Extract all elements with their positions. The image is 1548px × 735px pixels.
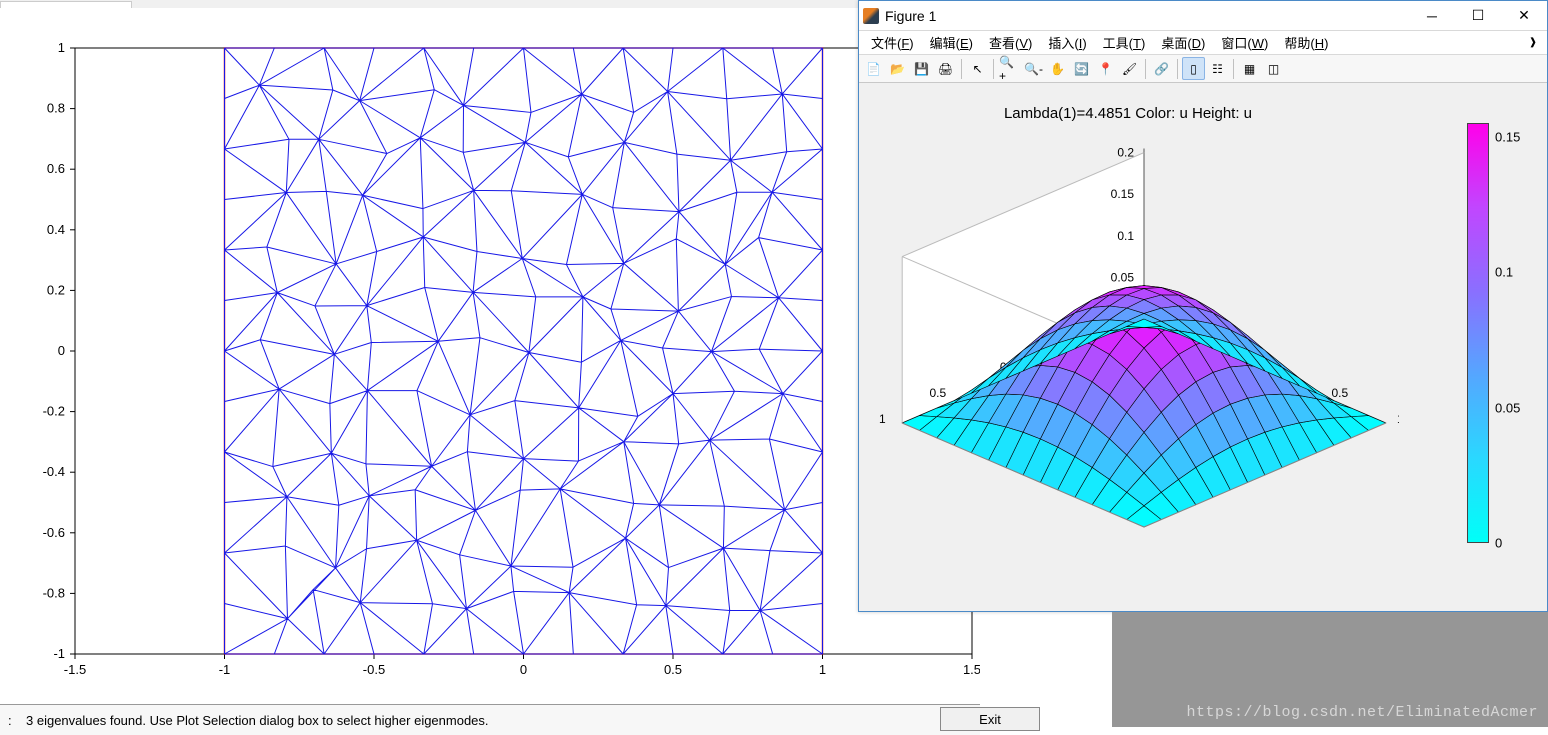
zoom-in-icon[interactable]: 🔍+ (998, 57, 1021, 80)
maximize-button[interactable]: ☐ (1455, 1, 1501, 31)
pde-tool-panel: -1.5-1-0.500.511.5-1-0.8-0.6-0.4-0.200.2… (0, 0, 980, 727)
svg-text:-1.5: -1.5 (64, 662, 86, 677)
svg-text:-0.8: -0.8 (43, 585, 65, 600)
menu-h[interactable]: 帮助(H) (1276, 31, 1336, 54)
svg-text:0.5: 0.5 (664, 662, 682, 677)
matlab-icon (863, 8, 879, 24)
status-prefix: : (8, 713, 26, 728)
grid-icon[interactable]: ▦ (1238, 57, 1261, 80)
svg-text:0.2: 0.2 (1117, 146, 1134, 160)
status-bar: : 3 eigenvalues found. Use Plot Selectio… (0, 704, 980, 735)
pan-icon[interactable]: ✋ (1046, 57, 1069, 80)
svg-text:0: 0 (58, 343, 65, 358)
menu-d[interactable]: 桌面(D) (1153, 31, 1213, 54)
colorbar[interactable]: 0 0.05 0.1 0.15 (1467, 123, 1527, 563)
menu-f[interactable]: 文件(F) (863, 31, 922, 54)
mesh-plot-axes[interactable]: -1.5-1-0.500.511.5-1-0.8-0.6-0.4-0.200.2… (20, 38, 980, 688)
svg-text:1: 1 (1397, 412, 1399, 426)
zoom-out-icon[interactable]: 🔍- (1022, 57, 1045, 80)
save-icon[interactable]: 💾 (910, 57, 933, 80)
toolbar-separator (993, 59, 994, 79)
colorbar-tick: 0.15 (1495, 129, 1520, 144)
close-button[interactable]: ✕ (1501, 1, 1547, 31)
svg-text:-0.6: -0.6 (43, 525, 65, 540)
toolbar-separator (1177, 59, 1178, 79)
colorbar-tick: 0.1 (1495, 265, 1513, 280)
titlebar[interactable]: Figure 1 ─ ☐ ✕ (859, 1, 1547, 31)
data-cursor-icon[interactable]: 📍 (1094, 57, 1117, 80)
svg-text:0.2: 0.2 (47, 282, 65, 297)
pointer-icon[interactable]: ↖ (966, 57, 989, 80)
svg-text:0.4: 0.4 (47, 222, 65, 237)
toolbar-separator (1233, 59, 1234, 79)
svg-text:-0.4: -0.4 (43, 464, 65, 479)
watermark: https://blog.csdn.net/EliminatedAcmer (1186, 704, 1538, 721)
svg-text:0: 0 (520, 662, 527, 677)
rotate-3d-icon[interactable]: 🔄 (1070, 57, 1093, 80)
link-icon[interactable]: 🔗 (1150, 57, 1173, 80)
colorbar-tick: 0.05 (1495, 400, 1520, 415)
svg-text:1: 1 (879, 412, 886, 426)
toolbar-separator (961, 59, 962, 79)
menu-w[interactable]: 窗口(W) (1213, 31, 1276, 54)
window-title: Figure 1 (885, 8, 1409, 24)
svg-text:0.8: 0.8 (47, 101, 65, 116)
toolbar: 📄📂💾🖨 ↖ 🔍+🔍-✋🔄📍🖌 🔗 ▯☷ ▦◫ (859, 55, 1547, 83)
svg-text:1: 1 (58, 40, 65, 55)
svg-text:0.15: 0.15 (1111, 187, 1135, 201)
surface-3d-axes[interactable]: -1-0.500.51-1-0.500.5100.050.10.150.2 (869, 123, 1399, 613)
svg-text:0.5: 0.5 (929, 386, 946, 400)
svg-text:0.5: 0.5 (1332, 386, 1349, 400)
colorbar-gradient (1467, 123, 1489, 543)
colorbar-icon[interactable]: ▯ (1182, 57, 1205, 80)
menubar: 文件(F)编辑(E)查看(V)插入(I)工具(T)桌面(D)窗口(W)帮助(H)… (859, 31, 1547, 55)
svg-text:-0.5: -0.5 (363, 662, 385, 677)
colorbar-tick: 0 (1495, 536, 1502, 551)
svg-text:1: 1 (819, 662, 826, 677)
menu-chevron-icon[interactable]: ❱ (1523, 37, 1543, 48)
figure-canvas[interactable]: Lambda(1)=4.4851 Color: u Height: u -1-0… (859, 83, 1547, 611)
legend-icon[interactable]: ☷ (1206, 57, 1229, 80)
svg-text:-1: -1 (53, 646, 65, 661)
brush-icon[interactable]: 🖌 (1118, 57, 1141, 80)
new-file-icon[interactable]: 📄 (862, 57, 885, 80)
svg-text:-1: -1 (219, 662, 231, 677)
status-text: 3 eigenvalues found. Use Plot Selection … (26, 713, 489, 728)
print-icon[interactable]: 🖨 (934, 57, 957, 80)
exit-button[interactable]: Exit (940, 707, 1040, 731)
plot-title: Lambda(1)=4.4851 Color: u Height: u (859, 105, 1397, 122)
menu-e[interactable]: 编辑(E) (922, 31, 981, 54)
menu-t[interactable]: 工具(T) (1095, 31, 1154, 54)
menu-i[interactable]: 插入(I) (1040, 31, 1094, 54)
svg-text:0.6: 0.6 (47, 161, 65, 176)
svg-text:1.5: 1.5 (963, 662, 980, 677)
minimize-button[interactable]: ─ (1409, 1, 1455, 31)
svg-text:0.05: 0.05 (1111, 270, 1135, 284)
subplot-icon[interactable]: ◫ (1262, 57, 1285, 80)
svg-text:-0.2: -0.2 (43, 404, 65, 419)
toolbar-separator (1145, 59, 1146, 79)
svg-text:0.1: 0.1 (1117, 229, 1134, 243)
open-file-icon[interactable]: 📂 (886, 57, 909, 80)
menu-v[interactable]: 查看(V) (981, 31, 1040, 54)
figure-window: Figure 1 ─ ☐ ✕ 文件(F)编辑(E)查看(V)插入(I)工具(T)… (858, 0, 1548, 612)
